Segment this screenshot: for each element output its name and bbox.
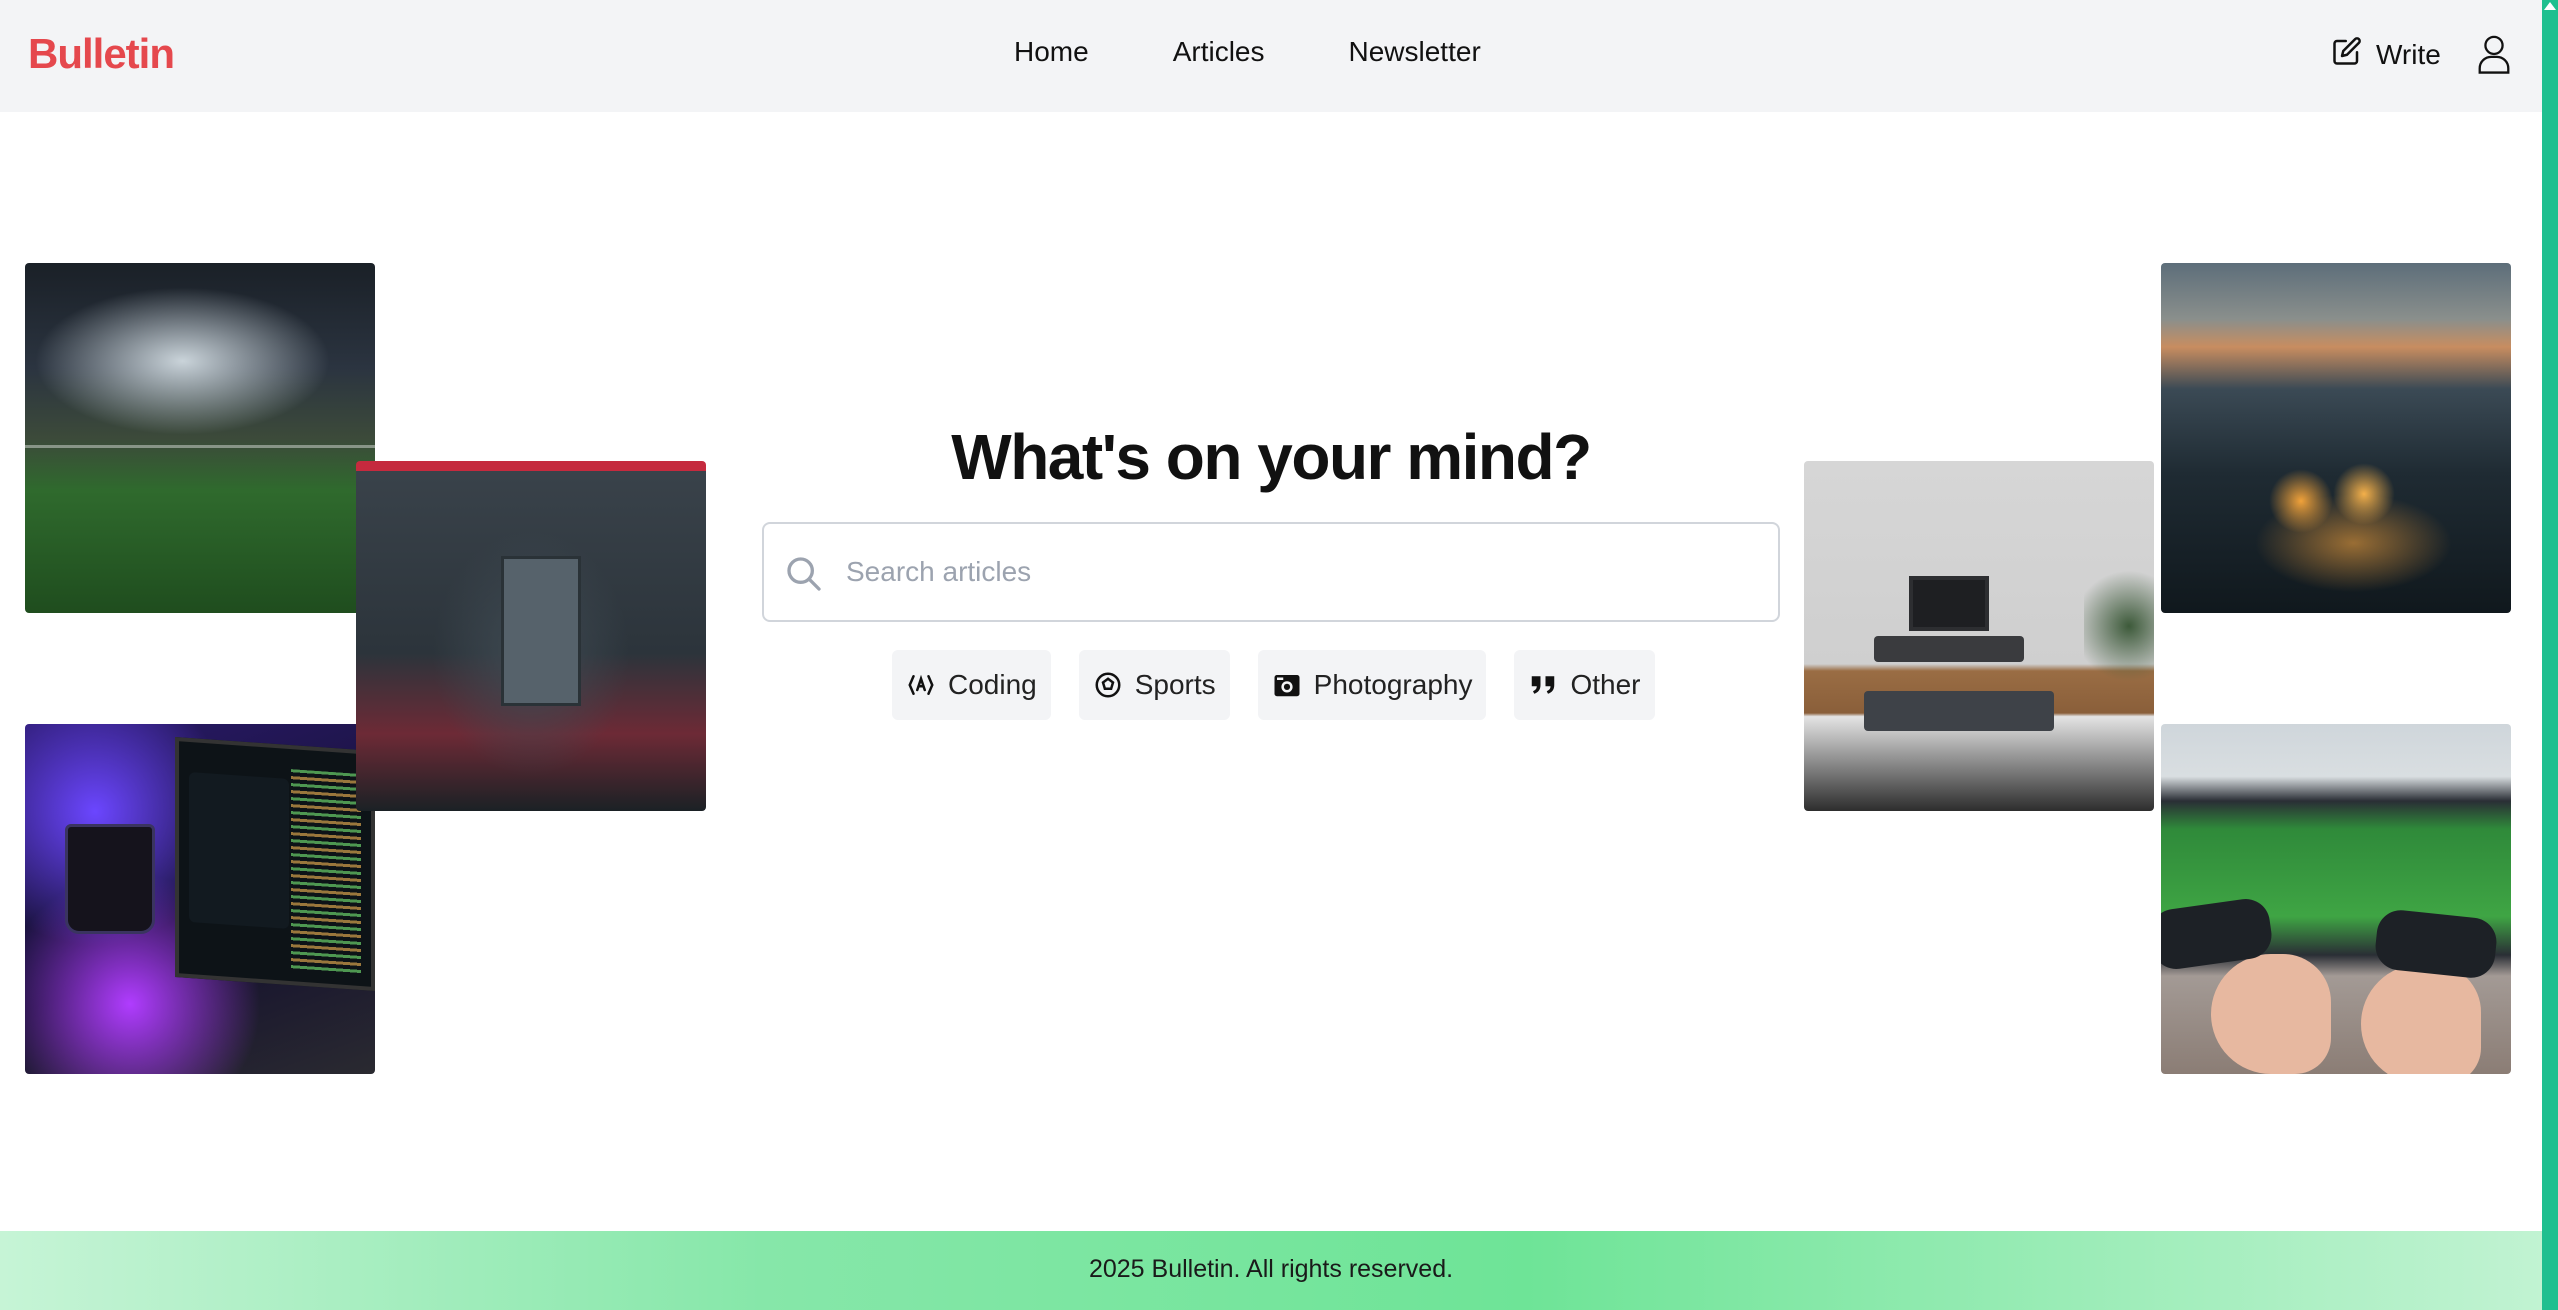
category-other[interactable]: Other [1514, 650, 1655, 720]
user-icon[interactable] [2476, 34, 2512, 74]
laptop-shape [175, 737, 375, 991]
bedroom-photo [356, 461, 706, 811]
category-photography[interactable]: Photography [1257, 650, 1487, 720]
camera-icon [1274, 675, 1300, 697]
nav-home[interactable]: Home [1014, 36, 1089, 68]
code-icon [908, 674, 934, 695]
write-label: Write [2376, 38, 2441, 70]
hero-title: What's on your mind? [951, 421, 1592, 493]
copyright-text: 2025 Bulletin. All rights reserved. [1088, 1255, 1454, 1283]
write-button[interactable]: Write [2332, 36, 2441, 73]
main-nav: Home Articles Newsletter [1014, 36, 1481, 68]
search-box[interactable] [762, 522, 1780, 622]
ball-icon [1095, 672, 1121, 698]
controller-shape [2373, 907, 2499, 981]
desk-mat-shape [1864, 691, 2054, 731]
nav-newsletter[interactable]: Newsletter [1349, 36, 1481, 68]
hand-shape [2361, 964, 2481, 1074]
desk-setup-photo [1804, 461, 2154, 811]
category-sports[interactable]: Sports [1078, 650, 1230, 720]
category-label: Sports [1134, 669, 1216, 700]
scrollbar[interactable] [2542, 0, 2558, 1310]
plant-shape [2084, 561, 2154, 691]
edit-icon [2332, 36, 2362, 73]
stand-shape [1874, 636, 2024, 662]
search-icon [787, 557, 821, 591]
category-label: Coding [948, 669, 1037, 700]
category-chips: Coding Sports Photography Other [892, 650, 1655, 720]
hand-shape [2211, 954, 2331, 1074]
search-input[interactable] [764, 524, 1778, 620]
mug-shape [65, 824, 155, 934]
category-coding[interactable]: Coding [892, 650, 1051, 720]
scroll-up-arrow-icon[interactable] [2544, 2, 2556, 10]
category-label: Photography [1313, 669, 1473, 700]
nav-articles[interactable]: Articles [1173, 36, 1265, 68]
brand-logo[interactable]: Bulletin [28, 30, 175, 78]
quote-icon [1532, 676, 1555, 694]
laptop-code-photo [25, 724, 375, 1074]
top-header: Bulletin Home Articles Newsletter Write [0, 0, 2542, 112]
footer: 2025 Bulletin. All rights reserved. [0, 1231, 2542, 1310]
gaming-photo [2161, 724, 2511, 1074]
category-label: Other [1570, 669, 1641, 700]
monitor-shape [1909, 576, 1989, 631]
door-shape [501, 556, 581, 706]
